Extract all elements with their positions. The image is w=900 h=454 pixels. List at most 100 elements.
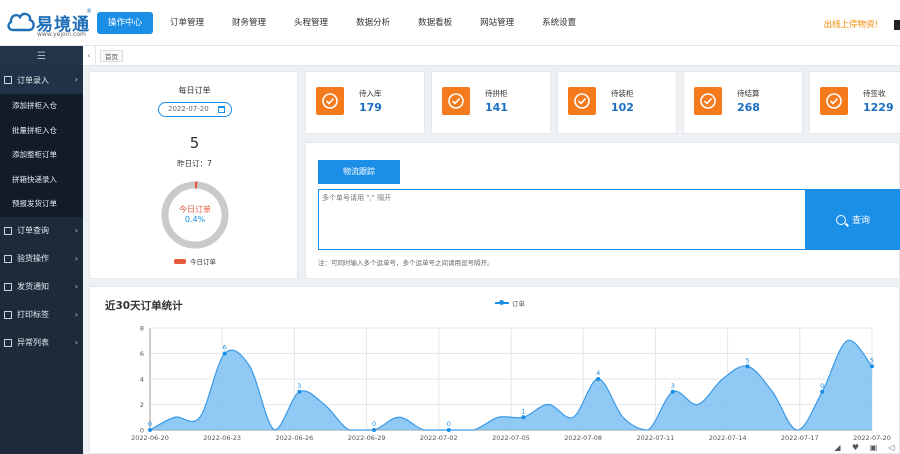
- nav-analysis[interactable]: 数据分析: [345, 12, 401, 34]
- data-point: [745, 364, 750, 369]
- calendar-icon: [218, 106, 225, 113]
- daily-orders-title: 每日订单: [178, 86, 211, 95]
- sidebar-group-label: 订单录入: [17, 75, 49, 85]
- tracking-number-input[interactable]: [318, 189, 806, 250]
- sidebar-item-batch-consolidation[interactable]: 批量拼柜入仓: [0, 119, 83, 144]
- check-icon: [820, 87, 848, 115]
- logo[interactable]: 易境通 ® www.yejoin.com: [6, 6, 96, 40]
- sidebar-group-print-labels[interactable]: 打印标签 ›: [0, 301, 83, 329]
- data-label: 0: [820, 382, 824, 390]
- x-tick-label: 2022-07-17: [781, 434, 819, 442]
- stat-value: 141: [485, 101, 508, 114]
- sidebar-item-add-consolidation[interactable]: 添加拼柜入仓: [0, 94, 83, 119]
- data-label: 3: [671, 382, 675, 390]
- menu-icon[interactable]: ☰: [0, 46, 83, 66]
- stat-label: 待入库: [359, 89, 382, 98]
- stat-card-pending-receipt[interactable]: 待签收 1229: [809, 71, 900, 134]
- nav-orders[interactable]: 订单管理: [159, 12, 215, 34]
- stat-card-pending-settlement[interactable]: 待结算 268: [683, 71, 803, 134]
- tab-strip: ‹ 首页: [83, 46, 900, 66]
- data-label: 5: [745, 356, 749, 364]
- y-tick-label: 4: [140, 376, 144, 384]
- data-label: 0: [372, 420, 376, 428]
- main-nav: 操作中心 订单管理 财务管理 头程管理 数据分析 数据看板 网站管理 系统设置: [97, 12, 593, 34]
- stat-card-pending-inbound[interactable]: 待入库 179: [305, 71, 425, 134]
- sidebar-item-add-full-container[interactable]: 添加整柜订单: [0, 143, 83, 168]
- data-point: [870, 364, 874, 369]
- stat-value: 268: [737, 101, 760, 114]
- chevron-left-icon[interactable]: ‹: [83, 46, 96, 65]
- data-label: 0: [447, 420, 451, 428]
- sidebar-submenu: 添加拼柜入仓 批量拼柜入仓 添加整柜订单 拼箱快递录入 预报发货订单: [0, 94, 83, 217]
- sidebar-group-order-entry[interactable]: 订单录入 ›: [0, 66, 83, 94]
- search-button-label: 查询: [851, 216, 870, 226]
- data-point: [670, 389, 675, 394]
- stat-card-pending-loading[interactable]: 待装柜 102: [557, 71, 677, 134]
- sidebar-group-label: 打印标签: [17, 310, 49, 319]
- nav-website[interactable]: 网站管理: [469, 12, 525, 34]
- signal-icon[interactable]: ◢: [833, 443, 842, 452]
- footer-icons: ◢ ♥ ▣ ◁: [824, 443, 896, 452]
- promo-link[interactable]: 出线上停物资!: [824, 18, 878, 30]
- y-tick-label: 8: [140, 325, 144, 333]
- sidebar-item-express-entry[interactable]: 拼箱快递录入: [0, 168, 83, 193]
- x-tick-label: 2022-06-20: [131, 434, 169, 442]
- stat-label: 待拼柜: [485, 89, 508, 98]
- date-value: 2022-07-20: [168, 105, 209, 113]
- nav-finance[interactable]: 财务管理: [221, 12, 277, 34]
- legend-swatch: [174, 258, 186, 264]
- trash-icon[interactable]: ▣: [869, 443, 878, 452]
- chevron-right-icon: ›: [74, 253, 78, 263]
- nav-first-leg[interactable]: 头程管理: [283, 12, 339, 34]
- sidebar-group-shipping-notice[interactable]: 发货通知 ›: [0, 273, 83, 301]
- data-point: [297, 389, 302, 394]
- form-icon: [4, 226, 12, 235]
- data-point: [820, 389, 825, 394]
- stat-label: 待结算: [737, 89, 760, 98]
- data-point: [446, 428, 451, 432]
- logo-url: www.yejoin.com: [37, 31, 86, 38]
- volume-icon[interactable]: ◁: [887, 443, 896, 452]
- heart-icon[interactable]: ♥: [851, 443, 860, 452]
- sidebar-group-inspection[interactable]: 验货操作 ›: [0, 245, 83, 273]
- donut-legend[interactable]: 今日订单: [174, 256, 216, 266]
- check-icon: [442, 87, 470, 115]
- stat-value: 102: [611, 101, 634, 114]
- form-icon: [4, 338, 12, 347]
- data-label: 1: [521, 407, 525, 415]
- stat-card-pending-consolidation[interactable]: 待拼柜 141: [431, 71, 551, 134]
- nav-settings[interactable]: 系统设置: [531, 12, 587, 34]
- daily-orders-card: 每日订单 2022-07-20 5 昨日订：7 今日订单 0.4% 今日订单: [89, 71, 298, 279]
- date-picker[interactable]: 2022-07-20: [158, 102, 232, 117]
- nav-operation-center[interactable]: 操作中心: [97, 12, 154, 34]
- search-icon: [835, 214, 846, 225]
- data-label: 6: [223, 344, 227, 352]
- orders-area-chart: 0 2 4 6 8 2022-06-20 2022-06-23 2022-06-26 2022-…: [131, 325, 891, 443]
- flag-icon[interactable]: [894, 20, 900, 30]
- tab-home[interactable]: 首页: [100, 50, 123, 62]
- data-label: 5: [870, 356, 874, 364]
- chevron-right-icon: ›: [74, 337, 78, 347]
- sidebar-group-order-query[interactable]: 订单查询 ›: [0, 217, 83, 245]
- stat-label: 待签收: [863, 89, 886, 98]
- data-label: 4: [596, 369, 600, 377]
- tracking-tab-button[interactable]: 物流跟踪: [318, 160, 400, 184]
- donut-label: 今日订单: [179, 205, 211, 214]
- data-point: [222, 351, 227, 356]
- x-tick-label: 2022-06-26: [276, 434, 314, 442]
- daily-order-count: 5: [189, 134, 200, 152]
- donut-value: 0.4%: [184, 215, 206, 224]
- sidebar-group-exceptions[interactable]: 异常列表 ›: [0, 329, 83, 357]
- orders-chart-card: 近30天订单统计 订单 0 2 4 6 8 2022-06-20 2022-06-23 202…: [89, 286, 900, 454]
- data-point: [596, 377, 601, 381]
- legend-label: 今日订单: [190, 258, 216, 266]
- x-tick-label: 2022-07-20: [853, 434, 891, 442]
- y-tick-label: 6: [140, 350, 144, 358]
- nav-dashboard[interactable]: 数据看板: [407, 12, 463, 34]
- form-icon: [4, 76, 12, 84]
- data-point: [521, 415, 526, 420]
- registered-mark: ®: [86, 8, 92, 15]
- sidebar-item-forecast-order[interactable]: 预报发货订单: [0, 192, 83, 217]
- data-point: [372, 428, 377, 432]
- search-button[interactable]: 查询: [805, 189, 900, 250]
